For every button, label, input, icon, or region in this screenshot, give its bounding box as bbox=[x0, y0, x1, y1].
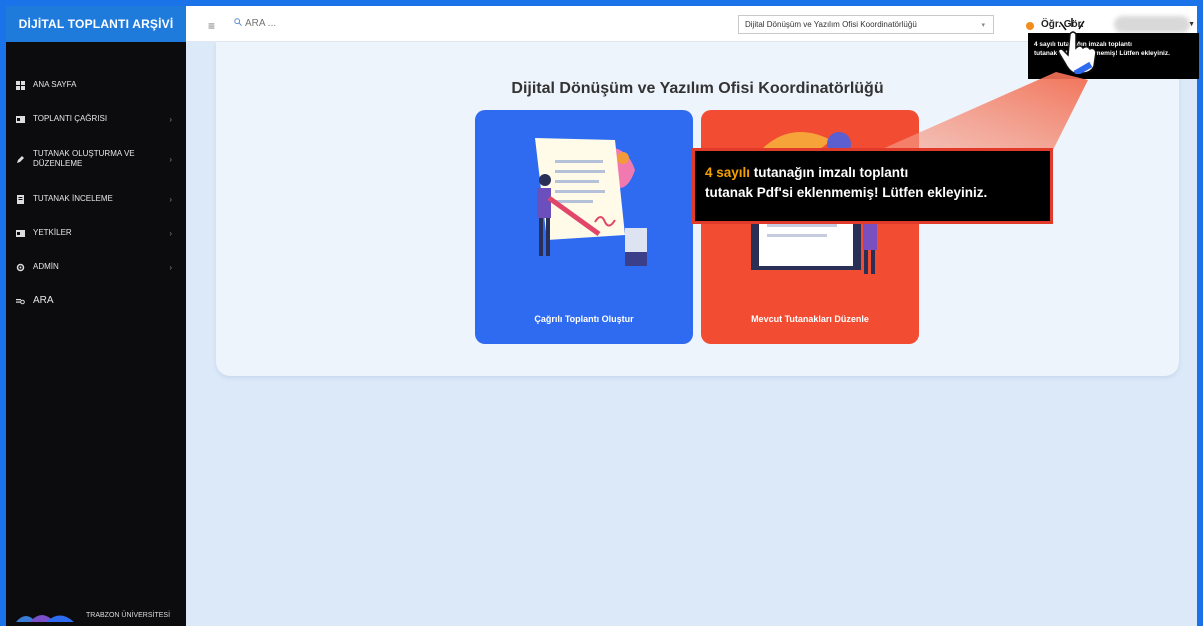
search-box[interactable] bbox=[234, 18, 335, 29]
sidebar-item-label: ANA SAYFA bbox=[33, 80, 77, 89]
sidebar-item-ara[interactable]: ARA bbox=[6, 284, 186, 318]
sidebar-item-label: ARA bbox=[33, 295, 54, 306]
dropdown-caret-icon: ▾ bbox=[981, 21, 985, 29]
university-logo bbox=[16, 608, 76, 622]
sidebar-item-ana-sayfa[interactable]: ANA SAYFA bbox=[6, 68, 186, 102]
pointing-hand-cursor-icon bbox=[1057, 18, 1097, 74]
chevron-right-icon: › bbox=[169, 194, 172, 204]
chevron-right-icon: › bbox=[169, 114, 172, 124]
organization-selected-value: Dijital Dönüşüm ve Yazılım Ofisi Koordin… bbox=[745, 20, 917, 29]
sidebar-item-toplanti-cagrisi[interactable]: TOPLANTI ÇAĞRISI › bbox=[6, 102, 186, 136]
footer-text: TRABZON ÜNİVERSİTESİ bbox=[86, 611, 171, 619]
doc-icon bbox=[16, 195, 25, 204]
sidebar-footer: TRABZON ÜNİVERSİTESİ bbox=[6, 604, 186, 626]
tile-label: Çağrılı Toplantı Oluştur bbox=[534, 314, 634, 324]
sidebar-item-yetkiler[interactable]: YETKİLER › bbox=[6, 216, 186, 250]
menu-toggle-icon[interactable]: ≡ bbox=[208, 19, 215, 33]
page-title: Dijital Dönüşüm ve Yazılım Ofisi Koordin… bbox=[511, 80, 884, 97]
callout-line1: 4 sayılı tutanağın imzalı toplantı bbox=[705, 163, 1040, 183]
card-icon bbox=[16, 229, 25, 237]
main-content: Dijital Dönüşüm ve Yazılım Ofisi Koordin… bbox=[186, 42, 1197, 626]
sidebar-item-label: TUTANAK OLUŞTURMA VE DÜZENLEME bbox=[33, 149, 135, 168]
sidebar-item-label: YETKİLER bbox=[33, 228, 72, 237]
sidebar-item-tutanak-inceleme[interactable]: TUTANAK İNCELEME › bbox=[6, 182, 186, 216]
grid-icon bbox=[16, 81, 25, 90]
chevron-right-icon: › bbox=[169, 262, 172, 272]
pen-icon bbox=[16, 155, 25, 163]
search-list-icon bbox=[16, 297, 25, 305]
sidebar-menu: ANA SAYFA TOPLANTI ÇAĞRISI › TUTANAK OLU… bbox=[6, 68, 186, 318]
minutes-number: 4 sayılı bbox=[705, 165, 751, 180]
organization-select[interactable]: Dijital Dönüşüm ve Yazılım Ofisi Koordin… bbox=[738, 15, 994, 34]
sidebar-item-tutanak-olusturma[interactable]: TUTANAK OLUŞTURMA VE DÜZENLEME › bbox=[6, 136, 186, 182]
gear-icon bbox=[16, 263, 25, 272]
create-meeting-tile[interactable]: Çağrılı Toplantı Oluştur bbox=[475, 110, 693, 344]
notification-callout: 4 sayılı tutanağın imzalı toplantı tutan… bbox=[692, 148, 1053, 224]
callout-line1-text: tutanağın imzalı toplantı bbox=[750, 165, 909, 180]
notification-dot-icon[interactable] bbox=[1026, 22, 1034, 30]
callout-line2: tutanak Pdf'si eklenmemiş! Lütfen ekleyi… bbox=[705, 185, 988, 200]
user-dropdown-icon[interactable]: ▼ bbox=[1188, 21, 1195, 28]
sidebar-item-label: TUTANAK İNCELEME bbox=[33, 194, 113, 203]
meeting-illustration-icon bbox=[535, 138, 647, 266]
sidebar-item-label: TOPLANTI ÇAĞRISI bbox=[33, 114, 108, 123]
tile-label: Mevcut Tutanakları Düzenle bbox=[751, 314, 869, 324]
sidebar-item-label: ADMİN bbox=[33, 262, 59, 271]
search-input[interactable] bbox=[245, 18, 335, 29]
chevron-right-icon: › bbox=[169, 154, 172, 164]
edit-minutes-tile[interactable]: Mevcut Tutanakları Düzenle bbox=[701, 110, 919, 344]
app-title: DİJİTAL TOPLANTI ARŞİVİ bbox=[6, 6, 186, 42]
blurred-username bbox=[1114, 16, 1190, 33]
sidebar: DİJİTAL TOPLANTI ARŞİVİ ANA SAYFA TOPLAN… bbox=[6, 6, 186, 626]
sidebar-item-admin[interactable]: ADMİN › bbox=[6, 250, 186, 284]
chevron-right-icon: › bbox=[169, 228, 172, 238]
search-icon bbox=[234, 18, 242, 29]
card-icon bbox=[16, 115, 25, 123]
